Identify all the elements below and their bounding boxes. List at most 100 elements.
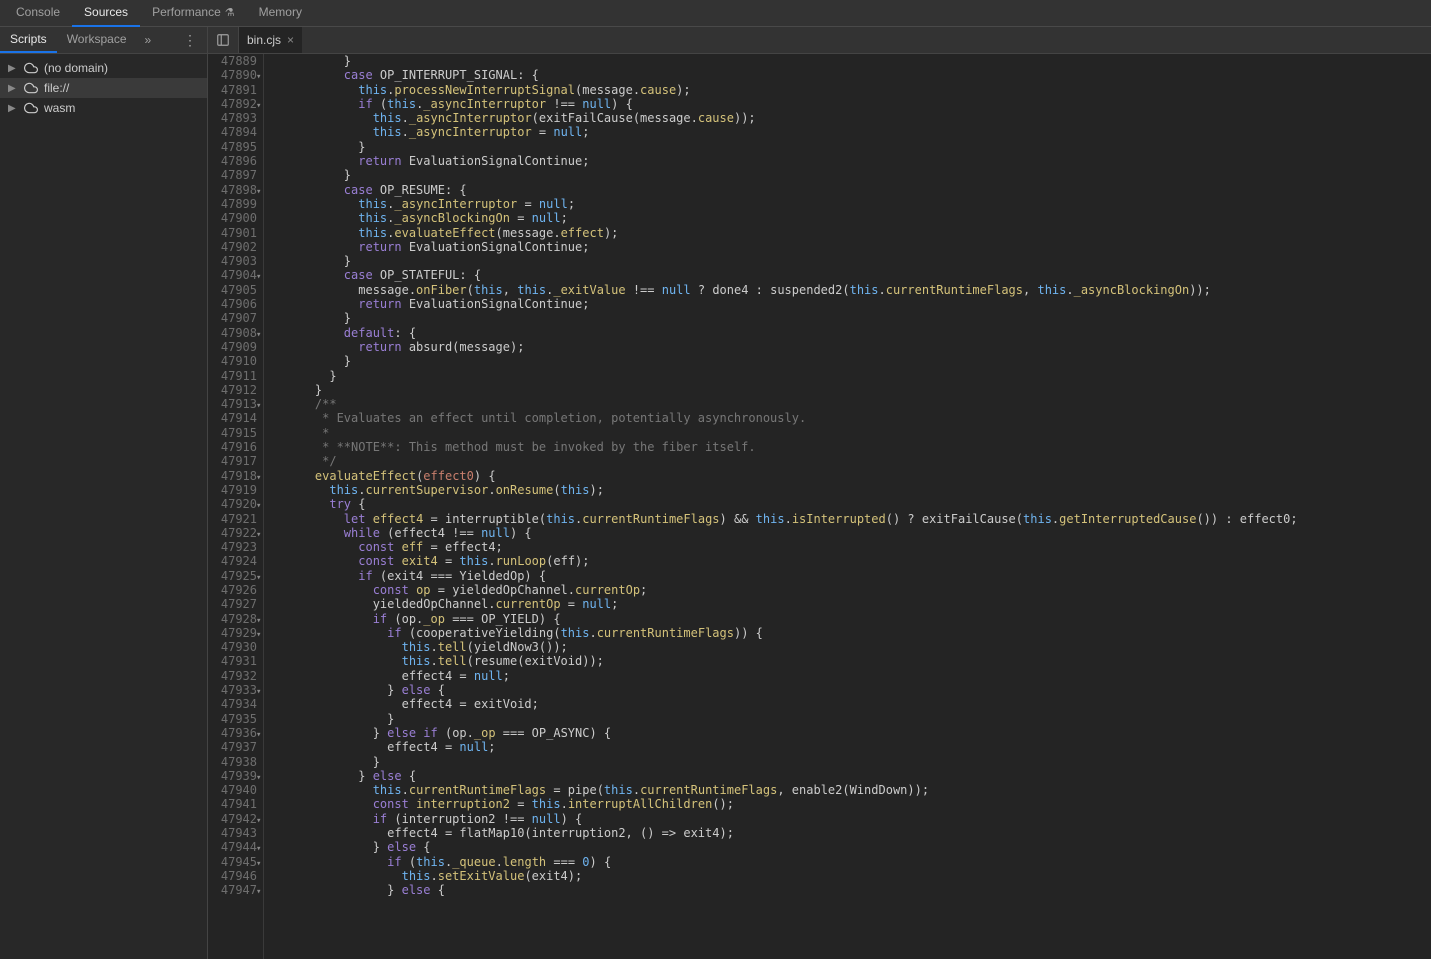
tab-performance[interactable]: Performance ⚗ — [140, 0, 247, 27]
code-line: this.tell(resume(exitVoid)); — [286, 654, 1431, 668]
code-line: } — [286, 369, 1431, 383]
code-line: case OP_STATEFUL: { — [286, 268, 1431, 282]
tab-console[interactable]: Console — [4, 0, 72, 27]
line-number: 47914 — [208, 411, 257, 425]
line-number: 47933▾ — [208, 683, 257, 697]
editor-tabbar: bin.cjs × — [208, 27, 1431, 54]
code-line: this.currentRuntimeFlags = pipe(this.cur… — [286, 783, 1431, 797]
code-line: if (interruption2 !== null) { — [286, 812, 1431, 826]
line-number: 47902 — [208, 240, 257, 254]
line-number: 47944▾ — [208, 840, 257, 854]
line-number: 47913▾ — [208, 397, 257, 411]
line-number: 47896 — [208, 154, 257, 168]
navigator-toggle-icon[interactable] — [208, 27, 239, 53]
line-number: 47911 — [208, 369, 257, 383]
code-line: } else { — [286, 840, 1431, 854]
line-number: 47920▾ — [208, 497, 257, 511]
tree-item-label: wasm — [44, 101, 75, 115]
line-number-gutter: 4788947890▾4789147892▾478934789447895478… — [208, 54, 264, 959]
code-line: effect4 = null; — [286, 740, 1431, 754]
line-number: 47915 — [208, 426, 257, 440]
line-number: 47927 — [208, 597, 257, 611]
code-line: return EvaluationSignalContinue; — [286, 154, 1431, 168]
cloud-icon — [24, 61, 38, 75]
editor-tab-filename: bin.cjs — [247, 33, 281, 47]
code-line: /** — [286, 397, 1431, 411]
code-line: } else { — [286, 769, 1431, 783]
code-line: } — [286, 383, 1431, 397]
line-number: 47923 — [208, 540, 257, 554]
code-line: this._asyncBlockingOn = null; — [286, 211, 1431, 225]
line-number: 47889 — [208, 54, 257, 68]
code-line: effect4 = flatMap10(interruption2, () =>… — [286, 826, 1431, 840]
code-line: case OP_RESUME: { — [286, 183, 1431, 197]
line-number: 47910 — [208, 354, 257, 368]
line-number: 47945▾ — [208, 855, 257, 869]
line-number: 47925▾ — [208, 569, 257, 583]
code-line: } — [286, 168, 1431, 182]
code-line: this.setExitValue(exit4); — [286, 869, 1431, 883]
line-number: 47897 — [208, 168, 257, 182]
code-line: } else { — [286, 883, 1431, 897]
line-number: 47937 — [208, 740, 257, 754]
code-line: const eff = effect4; — [286, 540, 1431, 554]
line-number: 47922▾ — [208, 526, 257, 540]
code-line: const exit4 = this.runLoop(eff); — [286, 554, 1431, 568]
line-number: 47947▾ — [208, 883, 257, 897]
tree-item-file[interactable]: ▶ file:// — [0, 78, 207, 98]
line-number: 47946 — [208, 869, 257, 883]
line-number: 47917 — [208, 454, 257, 468]
tree-item-no-domain[interactable]: ▶ (no domain) — [0, 58, 207, 78]
tab-memory[interactable]: Memory — [247, 0, 314, 27]
line-number: 47934 — [208, 697, 257, 711]
tree-item-label: file:// — [44, 81, 69, 95]
code-line: if (exit4 === YieldedOp) { — [286, 569, 1431, 583]
code-line: } else if (op._op === OP_ASYNC) { — [286, 726, 1431, 740]
code-line: } — [286, 712, 1431, 726]
code-line: const interruption2 = this.interruptAllC… — [286, 797, 1431, 811]
line-number: 47909 — [208, 340, 257, 354]
line-number: 47899 — [208, 197, 257, 211]
code-editor[interactable]: 4788947890▾4789147892▾478934789447895478… — [208, 54, 1431, 959]
code-line: */ — [286, 454, 1431, 468]
line-number: 47918▾ — [208, 469, 257, 483]
code-line: } — [286, 254, 1431, 268]
tree-item-wasm[interactable]: ▶ wasm — [0, 98, 207, 118]
tab-sources[interactable]: Sources — [72, 0, 140, 27]
code-line: } — [286, 354, 1431, 368]
line-number: 47921 — [208, 512, 257, 526]
line-number: 47938 — [208, 755, 257, 769]
more-tabs-icon[interactable]: » — [137, 33, 160, 47]
code-line: const op = yieldedOpChannel.currentOp; — [286, 583, 1431, 597]
code-line: this.currentSupervisor.onResume(this); — [286, 483, 1431, 497]
code-line: this._asyncInterruptor = null; — [286, 125, 1431, 139]
code-line: try { — [286, 497, 1431, 511]
code-line: return EvaluationSignalContinue; — [286, 297, 1431, 311]
code-line: return absurd(message); — [286, 340, 1431, 354]
line-number: 47901 — [208, 226, 257, 240]
sidebar-tab-scripts[interactable]: Scripts — [0, 27, 57, 53]
code-line: evaluateEffect(effect0) { — [286, 469, 1431, 483]
sources-sidebar: Scripts Workspace » ⋮ ▶ (no domain) ▶ fi… — [0, 27, 208, 959]
tree-item-label: (no domain) — [44, 61, 108, 75]
line-number: 47893 — [208, 111, 257, 125]
code-content[interactable]: } case OP_INTERRUPT_SIGNAL: { this.proce… — [264, 54, 1431, 959]
sidebar-tab-workspace[interactable]: Workspace — [57, 27, 137, 53]
fold-marker-icon[interactable]: ▾ — [256, 885, 261, 899]
code-line: yieldedOpChannel.currentOp = null; — [286, 597, 1431, 611]
line-number: 47924 — [208, 554, 257, 568]
code-line: } — [286, 54, 1431, 68]
code-line: * — [286, 426, 1431, 440]
line-number: 47929▾ — [208, 626, 257, 640]
navigator-tree: ▶ (no domain) ▶ file:// ▶ wasm — [0, 54, 207, 118]
editor-area: bin.cjs × 4788947890▾4789147892▾47893478… — [208, 27, 1431, 959]
code-line: } — [286, 311, 1431, 325]
sidebar-tabs: Scripts Workspace » ⋮ — [0, 27, 207, 54]
sidebar-kebab-icon[interactable]: ⋮ — [173, 32, 207, 49]
line-number: 47936▾ — [208, 726, 257, 740]
line-number: 47943 — [208, 826, 257, 840]
close-icon[interactable]: × — [287, 33, 294, 47]
code-line: if (this._asyncInterruptor !== null) { — [286, 97, 1431, 111]
editor-tab-file[interactable]: bin.cjs × — [239, 27, 302, 53]
code-line: this.processNewInterruptSignal(message.c… — [286, 83, 1431, 97]
